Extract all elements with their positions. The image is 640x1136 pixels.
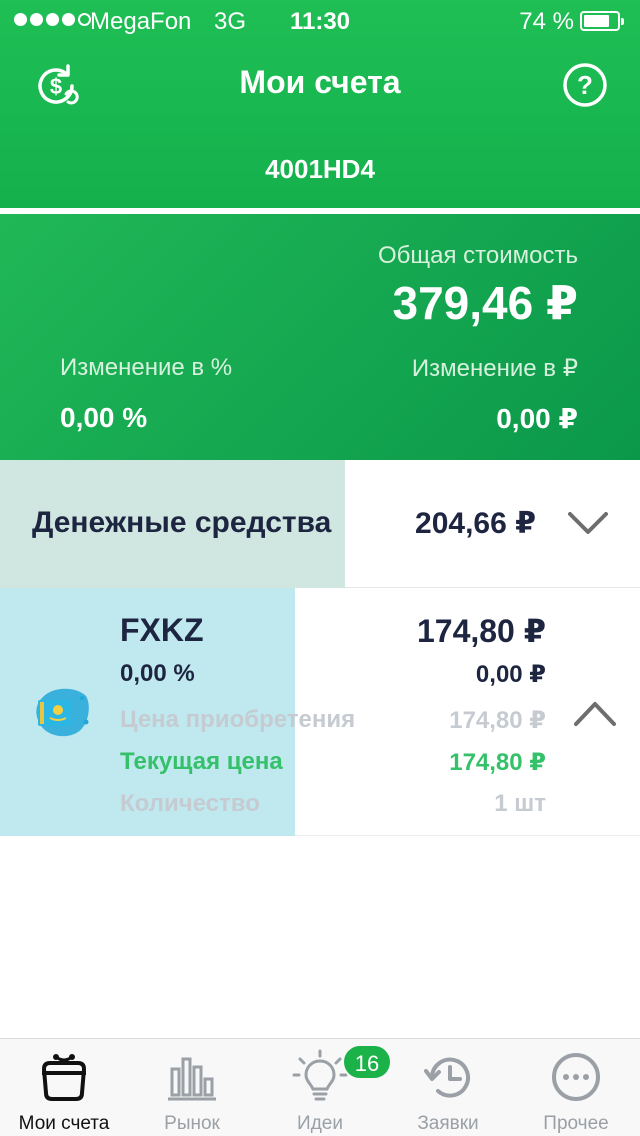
purchase-price-label: Цена приобретения — [120, 706, 356, 733]
change-rub-label: Изменение в ₽ — [411, 355, 578, 382]
total-value: 379,46 ₽ — [392, 277, 578, 329]
chevron-up-icon[interactable] — [572, 698, 618, 728]
instrument-ticker: FXKZ — [120, 612, 204, 648]
total-value-label: Общая стоимость — [378, 242, 578, 269]
tab-label: Рынок — [164, 1113, 220, 1134]
quantity-value: 1 шт — [494, 790, 546, 817]
svg-text:?: ? — [577, 70, 593, 100]
quantity-label: Количество — [120, 790, 260, 817]
tab-label: Мои счета — [18, 1113, 110, 1134]
tab-more[interactable]: Прочее — [512, 1039, 640, 1136]
tab-accounts[interactable]: Мои счета — [0, 1039, 128, 1136]
account-id[interactable]: 4001HD4 — [0, 154, 640, 185]
kazakhstan-flag-icon — [36, 688, 89, 737]
purchase-price-value: 174,80 ₽ — [449, 707, 546, 734]
cash-value: 204,66 ₽ — [415, 507, 536, 540]
header: MegaFon 3G 11:30 74 % $ Мои счета ? 4001… — [0, 0, 640, 208]
instrument-row[interactable]: FXKZ 174,80 ₽ 0,00 % 0,00 ₽ Цена приобре… — [0, 588, 640, 836]
cash-row[interactable]: Денежные средства 204,66 ₽ — [0, 460, 640, 588]
battery-percent: 74 % — [519, 8, 574, 35]
wallet-icon — [41, 1054, 87, 1101]
tab-label: Прочее — [543, 1113, 609, 1134]
instrument-change-percent: 0,00 % — [120, 660, 195, 687]
instrument-value: 174,80 ₽ — [416, 613, 546, 649]
battery-icon — [580, 11, 624, 31]
current-price-label: Текущая цена — [120, 748, 283, 775]
change-percent-label: Изменение в % — [60, 354, 233, 381]
more-dots-icon — [552, 1053, 600, 1101]
tab-market[interactable]: Рынок — [128, 1039, 256, 1136]
cash-label: Денежные средства — [32, 506, 332, 539]
change-percent-value: 0,00 % — [60, 402, 148, 433]
tab-label: Идеи — [297, 1113, 343, 1134]
history-clock-icon — [424, 1057, 470, 1098]
instrument-change-rub: 0,00 ₽ — [475, 661, 546, 688]
chevron-down-icon[interactable] — [566, 510, 610, 538]
lightbulb-icon — [292, 1049, 348, 1101]
change-rub-value: 0,00 ₽ — [496, 403, 578, 434]
page-title: Мои счета — [239, 64, 401, 100]
portfolio-summary: Общая стоимость 379,46 ₽ Изменение в % 0… — [0, 214, 640, 460]
current-price-value: 174,80 ₽ — [449, 749, 546, 776]
status-bar: MegaFon 3G 11:30 74 % — [0, 0, 640, 40]
help-icon[interactable]: ? — [562, 62, 608, 108]
ideas-badge: 16 — [342, 1044, 392, 1080]
tab-orders[interactable]: Заявки — [384, 1039, 512, 1136]
tab-bar: Мои счета Рынок Идеи Заявки Прочее — [0, 1038, 640, 1136]
bar-chart-icon — [168, 1057, 216, 1101]
tab-label: Заявки — [417, 1113, 479, 1134]
